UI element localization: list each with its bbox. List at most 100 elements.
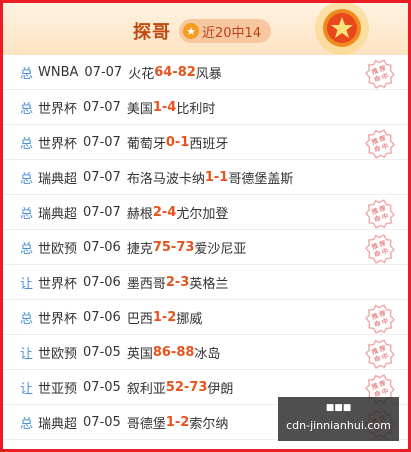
match-row[interactable]: 总世界杯 07-07 葡萄牙 0 - 1 西班牙推荐命中 bbox=[3, 125, 408, 160]
match-row[interactable]: 总世界杯 07-06 巴西 1 - 2 挪威推荐命中 bbox=[3, 300, 408, 335]
home-team: 火花 bbox=[128, 66, 155, 82]
match-date: 07-06 bbox=[83, 274, 121, 290]
home-score: 1 bbox=[165, 414, 175, 430]
home-team: 捷克 bbox=[126, 241, 153, 257]
star-icon: ★ bbox=[183, 23, 199, 39]
hit-stamp-icon: 推荐命中 bbox=[365, 199, 395, 229]
match-date: 07-06 bbox=[83, 309, 121, 325]
site-watermark: ■■■ cdn-jinnianhui.com bbox=[278, 397, 399, 441]
away-score: 82 bbox=[177, 64, 196, 80]
away-score: 88 bbox=[176, 344, 195, 360]
watermark-url: cdn-jinnianhui.com bbox=[286, 419, 391, 432]
recommendation-panel: 探哥 ★ 近20中14 总 WNBA 07-07 火花 64 - 82 风暴推荐命中总世界… bbox=[0, 0, 411, 452]
match-date: 07-07 bbox=[83, 169, 121, 185]
home-score: 75 bbox=[152, 239, 171, 255]
home-team: 哥德堡 bbox=[126, 416, 166, 432]
home-team: 叙利亚 bbox=[126, 381, 166, 397]
league-name: 世欧预 bbox=[38, 241, 78, 257]
hit-stamp-icon: 推荐命中 bbox=[365, 129, 395, 159]
home-score: 52 bbox=[165, 379, 184, 395]
match-row[interactable]: 总世欧预 07-06 捷克 75 - 73 爱沙尼亚推荐命中 bbox=[3, 230, 408, 265]
match-row[interactable]: 总瑞典超 07-07 布洛马波卡纳 1 - 1 哥德堡盖斯 bbox=[3, 160, 408, 195]
match-row[interactable]: 让世界杯 07-06 墨西哥 2 - 3 英格兰 bbox=[3, 265, 408, 300]
away-team: 索尔纳 bbox=[189, 416, 229, 432]
away-team: 风暴 bbox=[195, 66, 222, 82]
away-team: 爱沙尼亚 bbox=[194, 241, 247, 257]
away-score: 4 bbox=[167, 99, 177, 115]
expert-name[interactable]: 探哥 bbox=[133, 18, 171, 44]
pick-type: 让 bbox=[20, 276, 34, 292]
league-name: 世界杯 bbox=[38, 276, 78, 292]
pick-type: 让 bbox=[20, 381, 34, 397]
away-score: 4 bbox=[167, 204, 177, 220]
away-team: 挪威 bbox=[176, 311, 203, 327]
home-score: 1 bbox=[204, 169, 214, 185]
match-date: 07-07 bbox=[83, 204, 121, 220]
pick-type: 总 bbox=[20, 66, 34, 82]
hit-stamp-icon: 推荐命中 bbox=[365, 304, 395, 334]
record-badge: ★ 近20中14 bbox=[179, 19, 272, 43]
pick-type: 总 bbox=[20, 241, 34, 257]
away-team: 尤尔加登 bbox=[176, 206, 229, 222]
away-score: 3 bbox=[180, 274, 190, 290]
watermark-top: ■■■ bbox=[325, 403, 352, 413]
home-score: 0 bbox=[165, 134, 175, 150]
home-score: 64 bbox=[154, 64, 173, 80]
hit-stamp-icon: 推荐命中 bbox=[365, 339, 395, 369]
home-team: 巴西 bbox=[126, 311, 153, 327]
match-date: 07-06 bbox=[83, 239, 121, 255]
league-name: 瑞典超 bbox=[38, 171, 78, 187]
home-team: 墨西哥 bbox=[126, 276, 166, 292]
hit-stamp-icon: 推荐命中 bbox=[365, 234, 395, 264]
hit-stamp-icon: 推荐命中 bbox=[365, 59, 395, 89]
home-team: 赫根 bbox=[126, 206, 153, 222]
match-row[interactable]: 总世界杯 07-07 美国 1 - 4 比利时 bbox=[3, 90, 408, 125]
league-name: 世界杯 bbox=[38, 136, 78, 152]
league-name: 瑞典超 bbox=[38, 416, 78, 432]
away-team: 比利时 bbox=[176, 101, 216, 117]
pick-type: 总 bbox=[20, 136, 34, 152]
league-name: 世欧预 bbox=[38, 346, 78, 362]
panel-header: 探哥 ★ 近20中14 bbox=[3, 3, 408, 55]
home-team: 布洛马波卡纳 bbox=[126, 171, 205, 187]
match-date: 07-07 bbox=[83, 99, 121, 115]
medal-icon bbox=[315, 3, 369, 55]
away-score: 73 bbox=[189, 379, 208, 395]
away-team: 西班牙 bbox=[189, 136, 229, 152]
league-name: WNBA bbox=[38, 64, 79, 80]
match-list: 总 WNBA 07-07 火花 64 - 82 风暴推荐命中总世界杯 07-07 美国 1 - … bbox=[3, 55, 408, 440]
pick-type: 总 bbox=[20, 171, 34, 187]
home-score: 2 bbox=[165, 274, 175, 290]
pick-type: 让 bbox=[20, 346, 34, 362]
home-score: 1 bbox=[152, 309, 162, 325]
away-score: 73 bbox=[176, 239, 195, 255]
record-text: 近20中14 bbox=[202, 25, 262, 41]
home-score: 2 bbox=[152, 204, 162, 220]
pick-type: 总 bbox=[20, 311, 34, 327]
match-date: 07-07 bbox=[83, 134, 121, 150]
match-row[interactable]: 总瑞典超 07-07 赫根 2 - 4 尤尔加登推荐命中 bbox=[3, 195, 408, 230]
away-team: 哥德堡盖斯 bbox=[228, 171, 294, 187]
league-name: 世亚预 bbox=[38, 381, 78, 397]
league-name: 世界杯 bbox=[38, 101, 78, 117]
match-row[interactable]: 总 WNBA 07-07 火花 64 - 82 风暴推荐命中 bbox=[3, 55, 408, 90]
away-score: 2 bbox=[167, 309, 177, 325]
home-score: 86 bbox=[152, 344, 171, 360]
match-date: 07-05 bbox=[83, 379, 121, 395]
match-row[interactable]: 让世欧预 07-05 英国 86 - 88 冰岛推荐命中 bbox=[3, 335, 408, 370]
away-score: 1 bbox=[219, 169, 229, 185]
pick-type: 总 bbox=[20, 206, 34, 222]
away-team: 伊朗 bbox=[207, 381, 234, 397]
match-date: 07-05 bbox=[83, 414, 121, 430]
league-name: 世界杯 bbox=[38, 311, 78, 327]
home-score: 1 bbox=[152, 99, 162, 115]
home-team: 葡萄牙 bbox=[126, 136, 166, 152]
away-score: 1 bbox=[180, 134, 190, 150]
match-date: 07-05 bbox=[83, 344, 121, 360]
pick-type: 总 bbox=[20, 101, 34, 117]
match-date: 07-07 bbox=[84, 64, 123, 80]
away-team: 冰岛 bbox=[194, 346, 221, 362]
league-name: 瑞典超 bbox=[38, 206, 78, 222]
home-team: 英国 bbox=[126, 346, 153, 362]
pick-type: 总 bbox=[20, 416, 34, 432]
